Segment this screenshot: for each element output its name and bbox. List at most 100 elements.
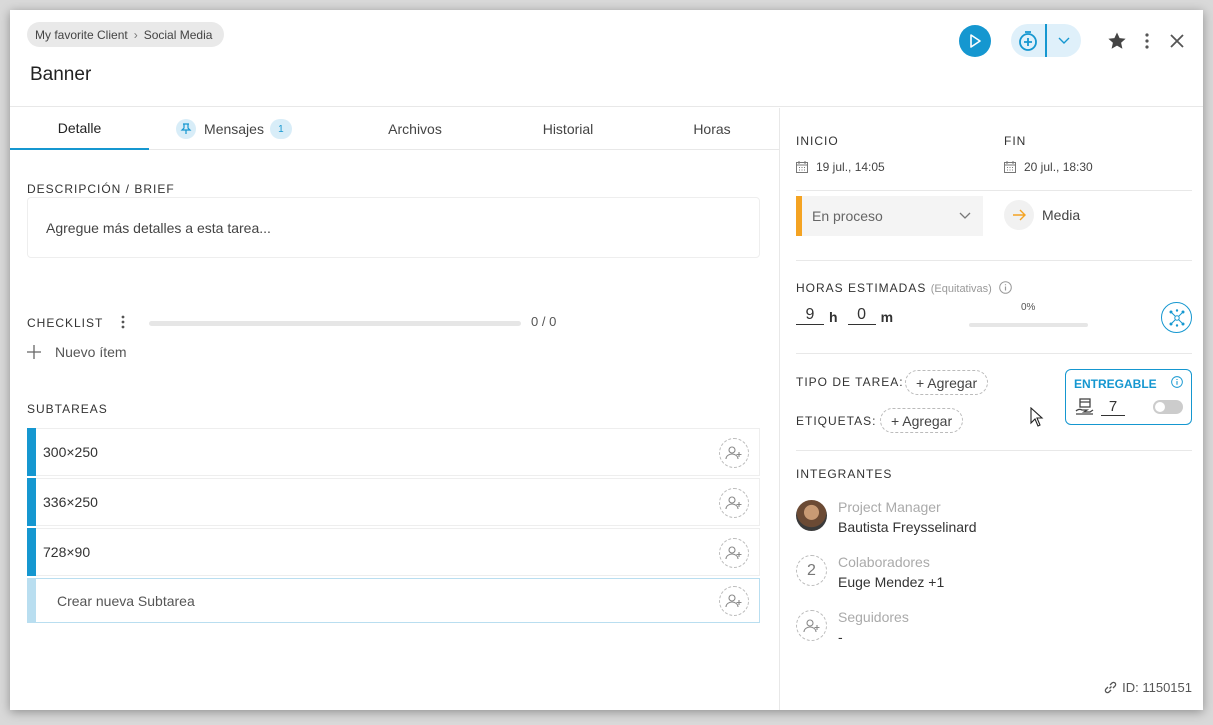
add-time-button[interactable]	[1011, 24, 1047, 57]
add-user-icon	[725, 446, 742, 460]
hours-progress-bar	[969, 323, 1088, 327]
play-icon	[970, 33, 981, 48]
subtask-color-bar	[27, 528, 36, 576]
hours-progress-percent: 0%	[1021, 302, 1036, 313]
deliverable-toggle[interactable]	[1153, 400, 1183, 414]
new-checklist-item-button[interactable]: Nuevo ítem	[27, 344, 127, 360]
start-date-label: INICIO	[796, 134, 839, 148]
add-user-icon	[725, 496, 742, 510]
subtask-row[interactable]: 300×250	[27, 428, 760, 476]
favorite-button[interactable]	[1105, 25, 1129, 57]
network-icon	[1169, 308, 1184, 327]
subtask-color-bar	[27, 578, 36, 623]
subtask-row[interactable]: 336×250	[27, 478, 760, 526]
subtask-title: 728×90	[43, 544, 91, 560]
task-type-label: TIPO DE TAREA:	[796, 375, 904, 389]
hours-field[interactable]: 9	[796, 306, 824, 325]
member-name: Euge Mendez +1	[838, 574, 945, 590]
description-placeholder: Agregue más detalles a esta tarea...	[46, 219, 271, 236]
task-header: My favorite Client › Social Media Banner	[10, 10, 1203, 107]
tab-mensajes[interactable]: Mensajes 1	[149, 108, 319, 150]
assign-user-button[interactable]	[719, 586, 749, 616]
subtask-title: 336×250	[43, 494, 98, 510]
add-user-icon	[796, 610, 827, 641]
play-button[interactable]	[959, 24, 991, 57]
tab-label: Historial	[542, 121, 594, 137]
timer-dropdown-button[interactable]	[1047, 37, 1081, 45]
pin-icon	[176, 119, 197, 139]
add-user-icon	[725, 594, 742, 608]
breadcrumb: My favorite Client › Social Media	[27, 22, 225, 47]
estimated-hours-label: HORAS ESTIMADAS (Equitativas)	[796, 281, 1012, 295]
collaborator-count: 2	[796, 555, 827, 586]
task-id[interactable]: ID: 1150151	[1104, 680, 1192, 695]
chevron-down-icon	[1058, 37, 1070, 44]
end-date-field[interactable]: 20 jul., 18:30	[1004, 160, 1093, 174]
close-button[interactable]	[1165, 25, 1189, 57]
member-collaborators[interactable]: 2 Colaboradores Euge Mendez +1	[796, 552, 944, 592]
member-role: Project Manager	[838, 499, 941, 515]
subtask-row[interactable]: 728×90	[27, 528, 760, 576]
assign-user-button[interactable]	[719, 438, 749, 468]
new-subtask-input[interactable]: Crear nueva Subtarea	[27, 578, 760, 623]
add-user-icon	[725, 546, 742, 560]
status-value: En proceso	[812, 208, 883, 224]
breadcrumb-project[interactable]: Social Media	[144, 28, 213, 42]
more-options-button[interactable]	[1135, 25, 1159, 57]
minutes-field[interactable]: 0	[847, 306, 876, 325]
divider	[796, 260, 1192, 261]
calendar-icon	[796, 161, 808, 173]
member-name: Bautista Freysselinard	[838, 519, 977, 535]
assign-user-button[interactable]	[719, 488, 749, 518]
member-name: -	[838, 629, 843, 645]
deliverable-count-row: 7	[1075, 398, 1125, 416]
message-count-badge: 1	[269, 119, 292, 139]
estimated-hours-note: (Equitativas)	[930, 283, 992, 295]
priority-value: Media	[1042, 207, 1081, 223]
estimated-hours-input: 9 h 0 m	[796, 306, 903, 325]
minutes-unit: m	[880, 309, 894, 325]
member-role: Seguidores	[838, 609, 909, 625]
breadcrumb-client[interactable]: My favorite Client	[35, 28, 128, 42]
close-icon	[1170, 33, 1184, 48]
checklist-options-button[interactable]	[121, 315, 125, 334]
tab-label: Horas	[693, 121, 731, 137]
status-color-strip	[796, 196, 802, 236]
checklist-progress-bar	[149, 321, 521, 326]
tab-archivos[interactable]: Archivos	[340, 108, 490, 150]
info-icon	[1171, 376, 1183, 388]
header-actions	[959, 24, 1189, 57]
tab-label: Detalle	[57, 120, 102, 136]
tab-label: Archivos	[388, 121, 442, 137]
description-field[interactable]: Agregue más detalles a esta tarea...	[27, 197, 760, 258]
tab-horas[interactable]: Horas	[644, 108, 780, 150]
subtask-title: 300×250	[43, 444, 98, 460]
tab-detalle[interactable]: Detalle	[10, 108, 149, 150]
tab-bar: Detalle Mensajes 1 Archivos Historial Ho…	[10, 108, 780, 150]
add-task-type-button[interactable]: + Agregar	[905, 370, 989, 395]
member-project-manager[interactable]: Project Manager Bautista Freysselinard	[796, 497, 977, 537]
add-tag-button[interactable]: + Agregar	[880, 408, 964, 433]
plus-icon	[27, 345, 41, 359]
task-modal: My favorite Client › Social Media Banner	[10, 10, 1203, 710]
deliverable-hand-icon	[1075, 398, 1094, 415]
hours-unit: h	[829, 309, 838, 325]
divider	[796, 353, 1192, 354]
link-icon	[1104, 681, 1117, 694]
distribute-hours-button[interactable]	[1161, 302, 1192, 333]
priority-select[interactable]: Media	[1004, 200, 1080, 230]
end-date-label: FIN	[1004, 134, 1027, 148]
chevron-down-icon	[959, 212, 971, 219]
deliverable-count-field[interactable]: 7	[1101, 398, 1125, 416]
start-date-field[interactable]: 19 jul., 14:05	[796, 160, 885, 174]
task-id-value: ID: 1150151	[1122, 680, 1192, 695]
status-select[interactable]: En proceso	[796, 196, 983, 236]
new-item-label: Nuevo ítem	[55, 344, 127, 360]
assign-user-button[interactable]	[719, 538, 749, 568]
task-main-panel: Detalle Mensajes 1 Archivos Historial Ho…	[10, 108, 780, 710]
member-followers[interactable]: Seguidores -	[796, 607, 909, 647]
checklist-heading: CHECKLIST	[27, 316, 104, 330]
checklist-count: 0 / 0	[531, 314, 557, 329]
page-title[interactable]: Banner	[30, 64, 91, 86]
tab-historial[interactable]: Historial	[492, 108, 644, 150]
